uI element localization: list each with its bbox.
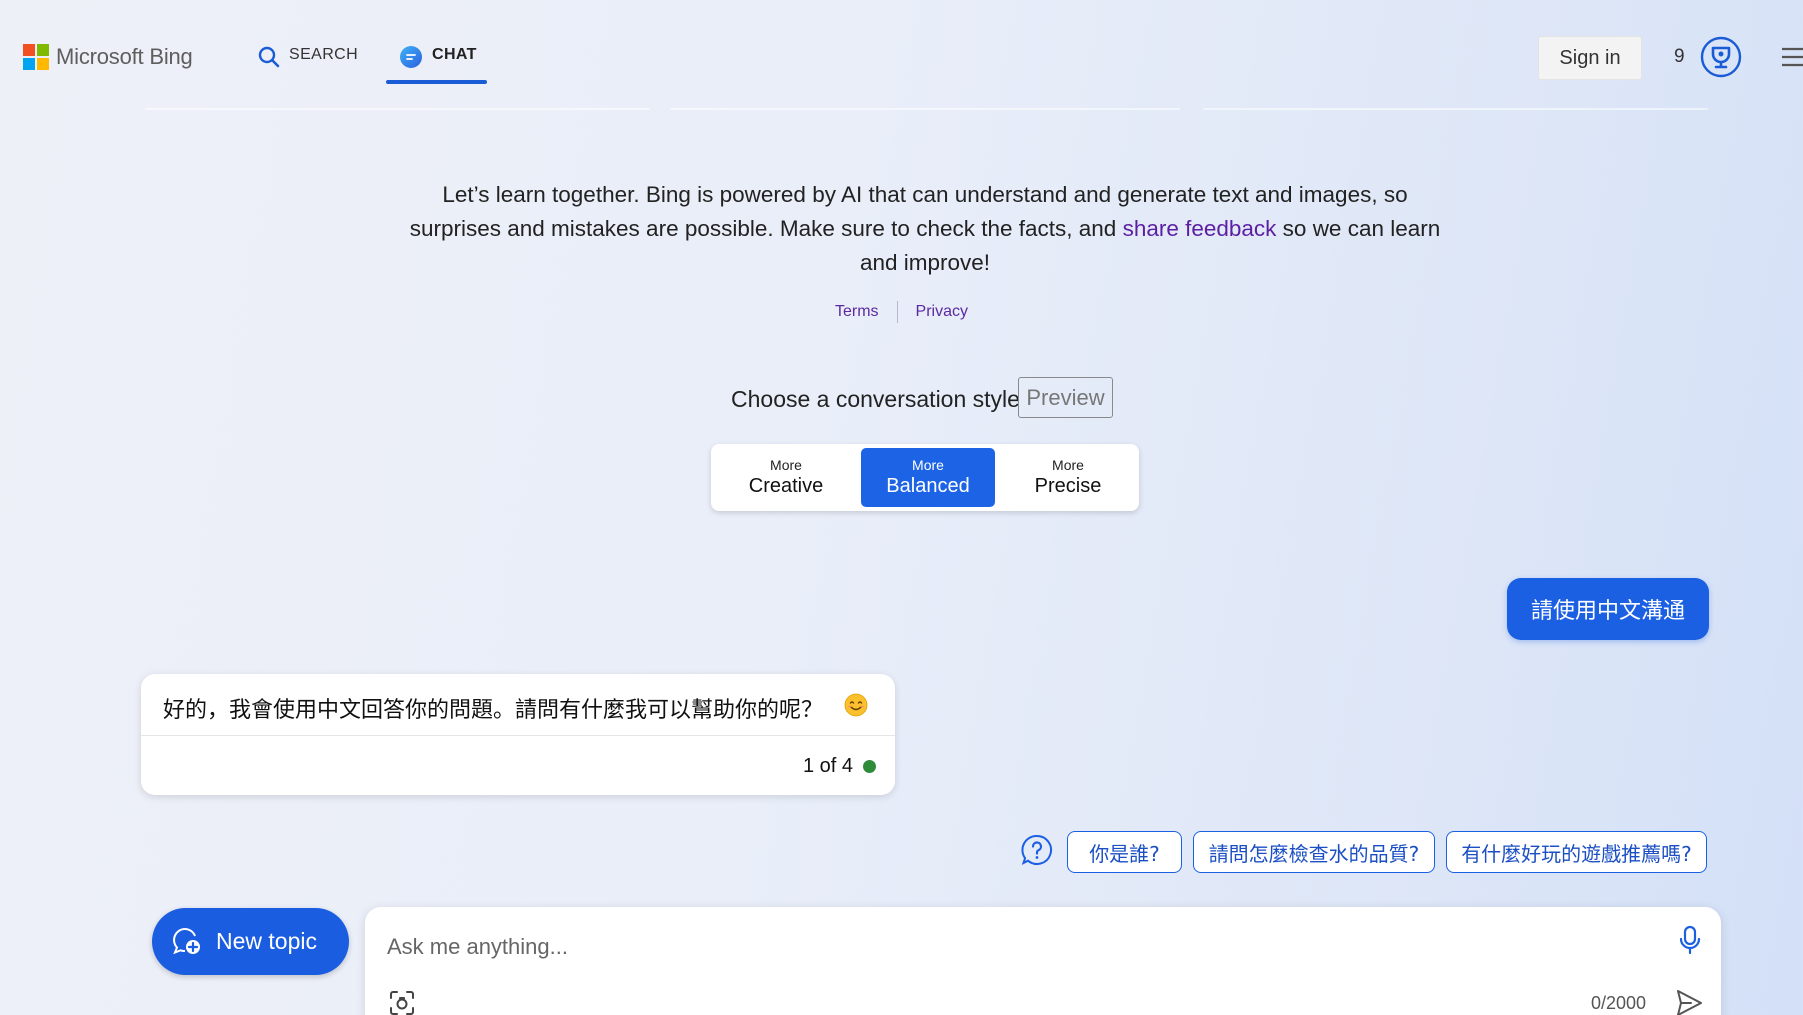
image-search-icon[interactable]	[389, 990, 415, 1015]
style-creative-label: Creative	[748, 475, 824, 497]
header-divider	[145, 108, 650, 110]
sign-in-button[interactable]: Sign in	[1538, 36, 1642, 80]
conversation-style-selector: More Creative More Balanced More Precise	[711, 444, 1139, 511]
character-counter: 0/2000	[1591, 993, 1647, 1013]
chat-input[interactable]	[387, 927, 1587, 967]
style-balanced-button[interactable]: More Balanced	[861, 448, 995, 507]
style-creative-button[interactable]: More Creative	[719, 448, 853, 507]
tab-chat-label: CHAT	[432, 46, 477, 63]
hamburger-menu-icon[interactable]	[1780, 46, 1803, 68]
smiling-face-emoji	[844, 693, 868, 717]
chat-bubble-icon	[400, 46, 422, 68]
style-balanced-prefix: More	[912, 457, 944, 473]
new-topic-label: New topic	[216, 928, 317, 954]
suggestion-chip[interactable]: 你是誰?	[1067, 831, 1182, 873]
bot-response-card: 好的，我會使用中文回答你的問題。請問有什麼我可以幫助你的呢？ 1 of 4	[141, 674, 895, 795]
turn-counter: 1 of 4	[802, 755, 853, 777]
send-icon[interactable]	[1674, 988, 1704, 1015]
microphone-icon[interactable]	[1677, 925, 1703, 955]
legal-separator	[896, 301, 898, 323]
suggestion-chip[interactable]: 請問怎麼檢查水的品質?	[1193, 831, 1435, 873]
intro-disclaimer: Let’s learn together. Bing is powered by…	[400, 178, 1450, 280]
bot-card-divider	[141, 735, 895, 736]
tab-search-label: SEARCH	[289, 46, 359, 63]
terms-link[interactable]: Terms	[835, 303, 879, 321]
style-precise-prefix: More	[1052, 457, 1084, 473]
top-header: Microsoft Bing SEARCH CHAT Sign in 9	[0, 0, 1803, 110]
question-bubble-icon[interactable]	[1021, 834, 1053, 866]
search-icon	[258, 46, 280, 68]
active-tab-indicator	[386, 80, 487, 84]
tab-search[interactable]: SEARCH	[257, 38, 358, 84]
style-precise-button[interactable]: More Precise	[1001, 448, 1135, 507]
bing-logo[interactable]: Microsoft Bing	[23, 44, 193, 70]
legal-links: Terms Privacy	[0, 301, 1803, 323]
style-precise-label: Precise	[1034, 475, 1102, 497]
style-creative-prefix: More	[770, 457, 802, 473]
brand-name: Microsoft Bing	[56, 44, 193, 69]
conversation-style-title: Choose a conversation style	[731, 386, 1020, 412]
rewards-points: 9	[1674, 46, 1685, 67]
header-divider	[670, 108, 1180, 110]
privacy-link[interactable]: Privacy	[916, 303, 968, 321]
style-balanced-label: Balanced	[886, 475, 970, 497]
new-topic-button[interactable]: New topic	[152, 908, 349, 975]
tab-chat[interactable]: CHAT	[386, 38, 487, 84]
chat-composer: 0/2000	[365, 907, 1721, 1015]
share-feedback-link[interactable]: share feedback	[1123, 216, 1277, 241]
bot-response-text: 好的，我會使用中文回答你的問題。請問有什麼我可以幫助你的呢？	[163, 698, 824, 723]
header-divider	[1203, 108, 1708, 110]
trophy-icon[interactable]	[1700, 36, 1742, 78]
preview-badge: Preview	[1018, 377, 1113, 418]
user-message-bubble: 請使用中文溝通	[1507, 578, 1709, 640]
suggestion-chip[interactable]: 有什麼好玩的遊戲推薦嗎?	[1446, 831, 1707, 873]
turn-status-dot	[863, 760, 876, 773]
microsoft-logo-icon	[23, 44, 49, 70]
new-topic-icon	[173, 927, 200, 954]
